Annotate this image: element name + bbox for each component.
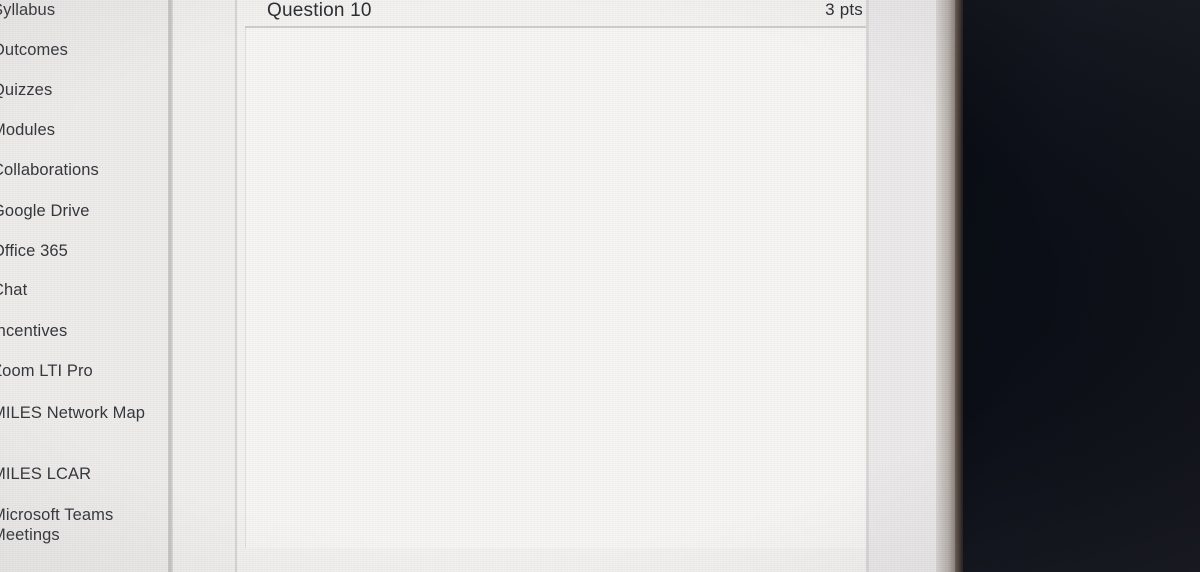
sidebar-item-label: Modules <box>0 121 56 139</box>
course-navigation-sidebar: Syllabus Outcomes Quizzes Modules Collaborat… <box>0 0 168 572</box>
question-panel: Question 10 3 pts <box>237 0 937 572</box>
sidebar-item-zoom-lti-pro[interactable]: Zoom LTI Pro <box>0 361 168 381</box>
sidebar-item-label: Office 365 <box>0 242 68 260</box>
adjacent-dark-screen <box>963 0 1200 572</box>
sidebar-item-collaborations[interactable]: Collaborations <box>0 160 168 180</box>
sidebar-item-label: Outcomes <box>0 41 68 59</box>
sidebar-item-outcomes[interactable]: Outcomes <box>0 40 168 60</box>
question-header: Question 10 3 pts <box>245 0 875 24</box>
question-points: 3 pts <box>825 0 863 19</box>
sidebar-item-label: Google Drive <box>0 202 90 220</box>
sidebar-item-office-365[interactable]: Office 365 <box>0 241 168 261</box>
sidebar-item-chat[interactable]: Chat <box>0 280 168 300</box>
sidebar-item-miles-network-map[interactable]: MILES Network Map <box>0 403 168 423</box>
sidebar-item-label: Zoom LTI Pro <box>0 362 93 380</box>
sidebar-item-syllabus[interactable]: Syllabus <box>0 0 168 20</box>
sidebar-item-quizzes[interactable]: Quizzes <box>0 80 168 100</box>
sidebar-item-label: Chat <box>0 281 28 299</box>
sidebar-item-label: Quizzes <box>0 81 53 99</box>
sidebar-item-label: Incentives <box>0 322 68 340</box>
sidebar-divider <box>168 0 173 572</box>
content-left-border <box>235 0 237 572</box>
sidebar-item-miles-lcar[interactable]: MILES LCAR <box>0 464 168 484</box>
sidebar-item-label: Microsoft Teams Meetings <box>0 506 114 544</box>
content-right-border <box>866 0 869 572</box>
sidebar-item-google-drive[interactable]: Google Drive <box>0 201 168 221</box>
sidebar-item-label: MILES Network Map <box>0 404 145 422</box>
sidebar-item-label: Collaborations <box>0 161 99 179</box>
sidebar-item-label: Syllabus <box>0 1 56 19</box>
sidebar-item-modules[interactable]: Modules <box>0 120 168 140</box>
sidebar-item-label: MILES LCAR <box>0 465 92 483</box>
question-title: Question 10 <box>267 0 372 21</box>
sidebar-item-incentives[interactable]: Incentives <box>0 321 168 341</box>
question-body <box>245 28 875 548</box>
sidebar-gutter <box>173 0 235 572</box>
sidebar-item-microsoft-teams-meetings[interactable]: Microsoft Teams Meetings <box>0 505 168 545</box>
